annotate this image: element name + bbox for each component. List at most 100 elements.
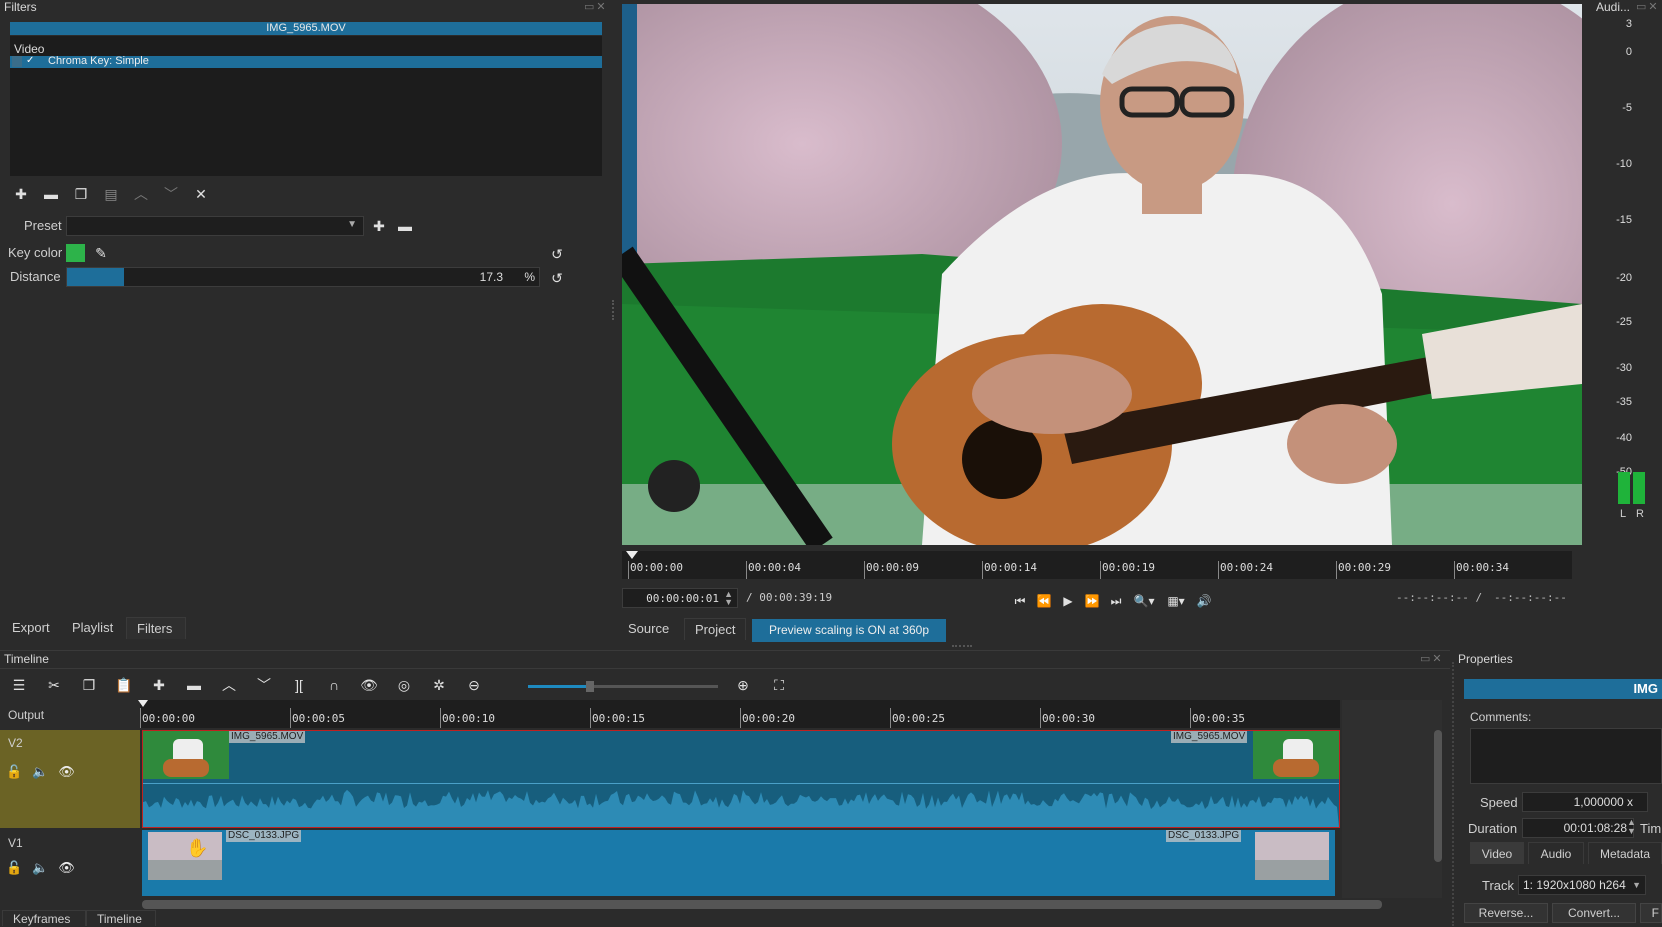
append-icon[interactable]: ✚ — [148, 674, 170, 696]
ripple-all-icon[interactable]: ✲ — [428, 674, 450, 696]
player-ruler-labels: 00:00:00 00:00:04 00:00:09 00:00:14 00:00:19… — [622, 551, 1572, 579]
remove-filter-button[interactable]: ▬ — [40, 183, 62, 205]
mute-icon[interactable]: 🔈 — [32, 860, 48, 876]
copy-filter-icon[interactable]: ❐ — [70, 183, 92, 205]
filter-list[interactable]: Video ✓ Chroma Key: Simple — [10, 36, 602, 176]
delete-preset-button[interactable]: ▬ — [394, 215, 416, 237]
horizontal-scrollbar[interactable] — [142, 900, 1382, 909]
tab-filters[interactable]: Filters — [126, 617, 186, 639]
lift-icon[interactable]: ︿ — [218, 674, 240, 696]
fast-forward-icon[interactable]: ⏩ — [1082, 590, 1102, 612]
overwrite-icon[interactable]: ﹀ — [253, 674, 275, 696]
clip-v1[interactable]: DSC_0133.JPG DSC_0133.JPG ✋ — [142, 830, 1335, 896]
distance-slider[interactable]: 17.3 % — [66, 267, 540, 287]
zoom-in-icon[interactable]: ⊕ — [732, 674, 754, 696]
track-header-v1[interactable]: V1 🔓 🔈 👁 — [0, 830, 140, 896]
tab-timeline[interactable]: Timeline — [86, 910, 156, 926]
track-select[interactable]: 1: 1920x1080 h264 ▼ — [1518, 875, 1646, 895]
track-header-v2[interactable]: V2 🔓 🔈 👁 — [0, 730, 140, 828]
extra-button[interactable]: F — [1640, 903, 1662, 923]
skip-next-icon[interactable]: ⏭ — [1106, 590, 1126, 612]
copy-icon[interactable]: ❐ — [78, 674, 100, 696]
zoom-icon[interactable]: 🔍▾ — [1130, 590, 1158, 612]
mute-icon[interactable]: 🔈 — [32, 764, 48, 780]
tab-project[interactable]: Project — [684, 618, 747, 640]
play-icon[interactable]: ▶ — [1058, 590, 1078, 612]
tab-prop-video[interactable]: Video — [1470, 842, 1524, 864]
ruler-label: 00:00:24 — [1220, 561, 1273, 574]
clip-v1-thumb-start — [148, 832, 222, 880]
grid-icon[interactable]: ▦▾ — [1162, 590, 1190, 612]
lock-icon[interactable]: 🔓 — [6, 860, 22, 876]
video-preview[interactable] — [622, 4, 1582, 545]
spin-arrows-icon[interactable]: ▲ ▼ — [724, 590, 733, 607]
clip-v2[interactable]: IMG_5965.MOV IMG_5965.MOV — [142, 730, 1340, 828]
zoom-fit-icon[interactable]: ⛶ — [768, 674, 790, 696]
move-up-icon[interactable]: ︿ — [130, 183, 152, 205]
lock-icon[interactable]: 🔓 — [6, 764, 22, 780]
reset-distance-icon[interactable]: ↺ — [546, 267, 568, 289]
volume-icon[interactable]: 🔊 — [1194, 590, 1214, 612]
duration-value: 00:01:08:28 — [1563, 821, 1627, 835]
properties-panel-title: Properties — [1458, 652, 1513, 666]
eyedropper-icon[interactable]: ✎ — [90, 242, 112, 264]
remove-icon[interactable]: ▬ — [183, 674, 205, 696]
speed-field[interactable]: 1,000000 x — [1522, 792, 1648, 812]
tab-playlist[interactable]: Playlist — [62, 617, 126, 639]
panel-splitter[interactable] — [612, 300, 614, 320]
meter-scale-label: -5 — [1622, 102, 1632, 114]
snap-magnet-icon[interactable]: ∩ — [323, 674, 345, 696]
tab-source[interactable]: Source — [618, 618, 680, 640]
comments-field[interactable] — [1470, 728, 1662, 784]
skip-previous-icon[interactable]: ⏮ — [1010, 590, 1030, 612]
add-filter-button[interactable]: ✚ — [10, 183, 32, 205]
zoom-out-icon[interactable]: ⊖ — [463, 674, 485, 696]
player-ruler[interactable]: 00:00:00 00:00:04 00:00:09 00:00:14 00:00:19… — [622, 551, 1572, 579]
rewind-icon[interactable]: ⏪ — [1034, 590, 1054, 612]
clip-v1-thumb-end — [1255, 832, 1329, 880]
timeline-playhead[interactable] — [138, 700, 148, 707]
cut-icon[interactable]: ✂ — [43, 674, 65, 696]
key-color-swatch[interactable] — [66, 244, 85, 262]
save-preset-button[interactable]: ✚ — [368, 215, 390, 237]
properties-splitter[interactable] — [1452, 662, 1454, 926]
clip-v2-label-end: IMG_5965.MOV — [1171, 731, 1248, 743]
tab-prop-audio[interactable]: Audio — [1528, 842, 1584, 864]
horizontal-splitter[interactable] — [952, 645, 972, 647]
ruler-tick — [290, 708, 291, 728]
move-down-icon[interactable]: ﹀ — [160, 183, 182, 205]
duration-spin-icon[interactable]: ▲ ▼ — [1627, 818, 1636, 836]
scrub-icon[interactable]: 👁 — [358, 674, 380, 696]
deselect-filter-icon[interactable]: ✕ — [190, 183, 212, 205]
tab-prop-metadata[interactable]: Metadata — [1588, 842, 1662, 864]
menu-icon[interactable]: ☰ — [8, 674, 30, 696]
reverse-button[interactable]: Reverse... — [1464, 903, 1548, 923]
filters-window-buttons[interactable]: ▭✕ — [584, 0, 608, 13]
preview-scaling-notice[interactable]: Preview scaling is ON at 360p — [752, 619, 946, 642]
vertical-scrollbar[interactable] — [1434, 730, 1442, 862]
split-icon[interactable]: ][ — [288, 674, 310, 696]
filter-checkbox[interactable] — [12, 56, 22, 67]
paste-filter-icon[interactable]: ▤ — [100, 183, 122, 205]
zoom-slider[interactable] — [528, 681, 718, 692]
timeline-window-buttons[interactable]: ▭✕ — [1420, 652, 1444, 665]
playhead-marker[interactable] — [626, 551, 638, 559]
tab-export[interactable]: Export — [2, 617, 68, 639]
audio-window-buttons[interactable]: ▭✕ — [1636, 0, 1660, 13]
ruler-label: 00:00:29 — [1338, 561, 1391, 574]
visibility-icon[interactable]: 👁 — [58, 860, 75, 876]
ruler-label: 00:00:14 — [984, 561, 1037, 574]
reset-key-color-icon[interactable]: ↺ — [546, 243, 568, 265]
ripple-icon[interactable]: ◎ — [393, 674, 415, 696]
ruler-tick — [1336, 561, 1337, 579]
zoom-slider-handle[interactable] — [586, 681, 594, 692]
duration-field[interactable]: 00:01:08:28 — [1522, 818, 1634, 838]
current-time-field[interactable]: 00:00:00:01 ▲ ▼ — [622, 588, 738, 608]
visibility-icon[interactable]: 👁 — [58, 764, 75, 780]
preset-select[interactable]: ▼ — [66, 216, 364, 236]
tab-keyframes[interactable]: Keyframes — [2, 910, 86, 926]
timeline-ruler[interactable]: 00:00:00 00:00:05 00:00:10 00:00:15 00:00:20… — [138, 700, 1340, 728]
filter-item-chroma-key[interactable]: ✓ Chroma Key: Simple — [10, 55, 602, 68]
convert-button[interactable]: Convert... — [1552, 903, 1636, 923]
paste-icon[interactable]: 📋 — [113, 674, 135, 696]
